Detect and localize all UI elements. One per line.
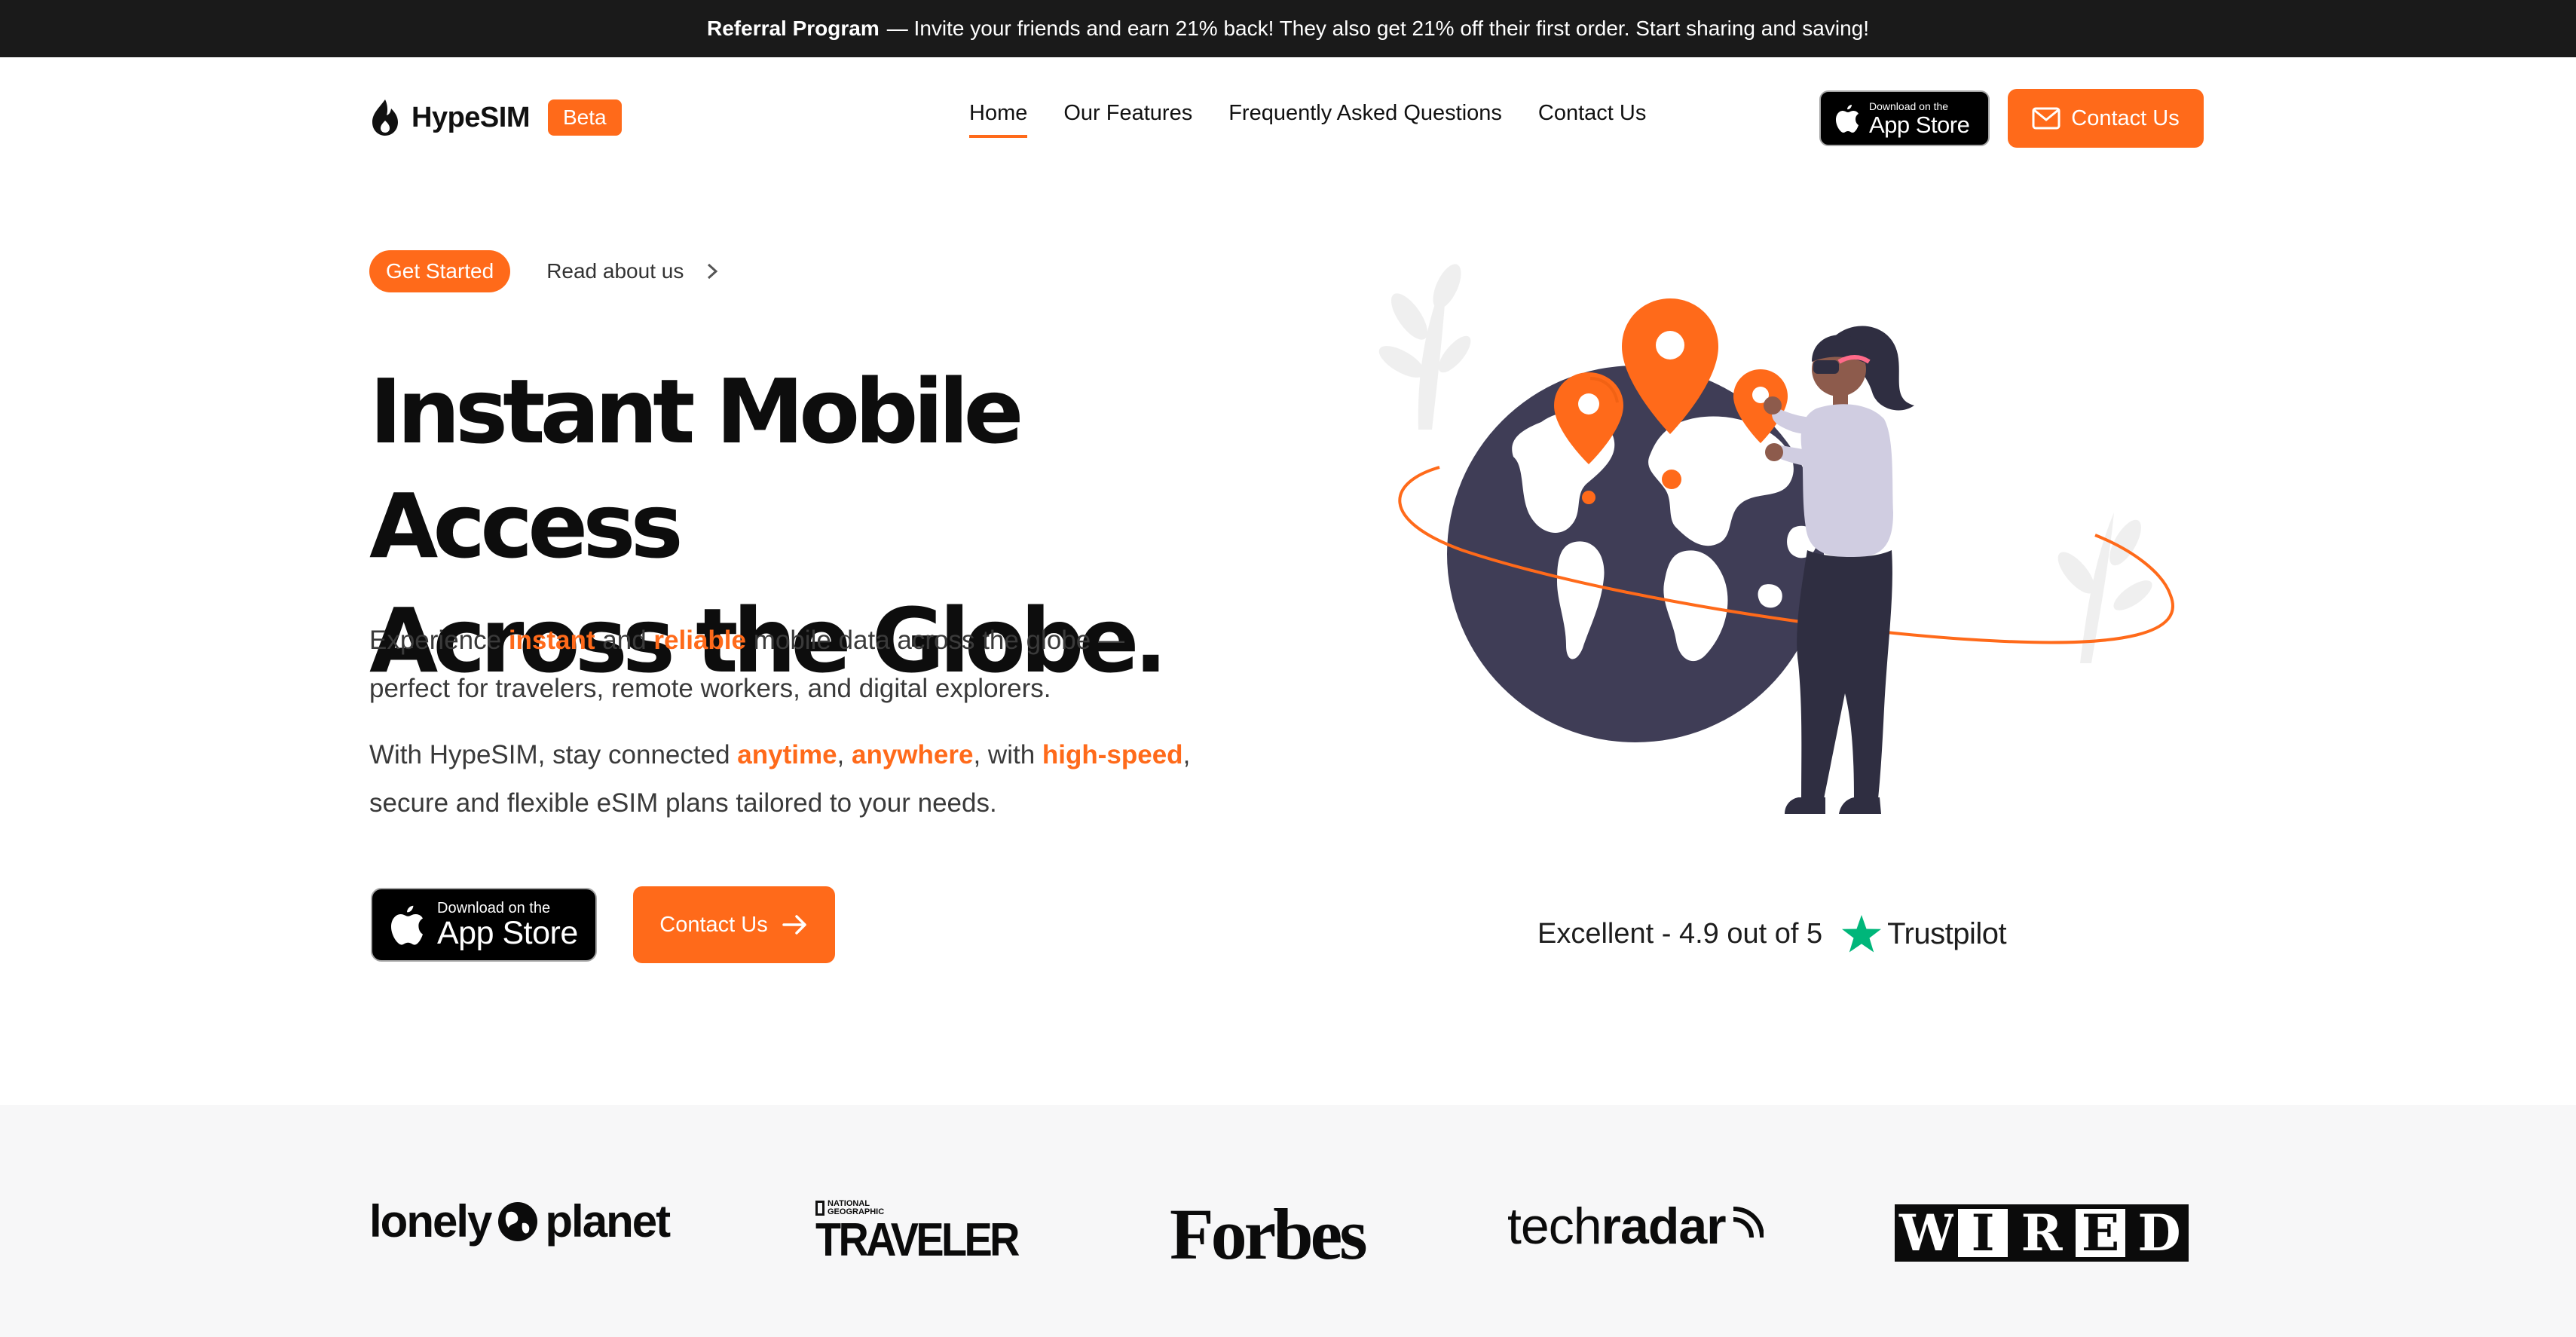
- signal-waves-icon: [1733, 1207, 1764, 1238]
- press-logos: lonely planet NATIONAL GEOGRAPHIC TRAVEL…: [0, 1105, 2576, 1337]
- header-contact-label: Contact Us: [2071, 106, 2180, 130]
- traveler-text: TRAVELER: [815, 1214, 1020, 1266]
- logo-text: HypeSIM: [411, 101, 530, 133]
- text-segment: With HypeSIM, stay connected: [369, 740, 738, 769]
- highlight-anytime: anytime: [737, 740, 837, 769]
- techradar-tech: tech: [1507, 1198, 1602, 1255]
- app-store-big-text: App Store: [437, 914, 578, 951]
- main-nav: Home Our Features Frequently Asked Quest…: [969, 101, 1646, 138]
- hero-links: Get Started Read about us: [369, 250, 720, 292]
- flame-icon: [372, 99, 398, 136]
- trustpilot-wordmark: Trustpilot: [1887, 916, 2007, 950]
- text-segment: , with: [973, 740, 1042, 769]
- hero-contact-label: Contact Us: [659, 912, 768, 937]
- text-segment: ,: [837, 740, 852, 769]
- lonely-planet-logo: lonely planet: [369, 1195, 671, 1247]
- nav-contact-us[interactable]: Contact Us: [1538, 101, 1646, 138]
- highlight-anywhere: anywhere: [852, 740, 974, 769]
- text-segment: Experience: [369, 626, 509, 655]
- header-contact-button[interactable]: Contact Us: [2008, 89, 2204, 148]
- wired-logo: W I R E D: [1895, 1204, 2189, 1262]
- nav-our-features[interactable]: Our Features: [1063, 101, 1192, 138]
- announcement-label: Referral Program: [707, 17, 880, 40]
- app-store-small-text: Download on the: [1869, 99, 1949, 112]
- header-app-store-button[interactable]: Download on the App Store: [1819, 90, 1990, 146]
- headline-line-1: Instant Mobile Access: [369, 359, 1024, 578]
- nav-home[interactable]: Home: [969, 101, 1028, 138]
- text-segment: perfect for travelers, remote workers, a…: [369, 674, 1051, 703]
- lonely-planet-word-2: planet: [545, 1196, 671, 1247]
- announcement-text: — Invite your friends and earn 21% back!…: [886, 17, 1869, 40]
- text-segment: secure and flexible eSIM plans tailored …: [369, 788, 997, 818]
- star-icon: [1842, 915, 1882, 953]
- highlight-reliable: reliable: [653, 626, 746, 655]
- hero-paragraph-2: With HypeSIM, stay connected anytime, an…: [369, 731, 1274, 828]
- app-store-big-text: App Store: [1869, 111, 1970, 138]
- apple-icon: [1836, 105, 1859, 133]
- hero-app-store-button[interactable]: Download on the App Store: [371, 888, 597, 962]
- globe-traveler-illustration: [1378, 264, 2174, 814]
- wired-letter: R: [2012, 1204, 2071, 1262]
- read-about-us-link[interactable]: Read about us: [546, 259, 720, 283]
- techradar-radar: radar: [1601, 1198, 1727, 1255]
- national-geographic-traveler-logo: NATIONAL GEOGRAPHIC TRAVELER: [815, 1200, 1040, 1267]
- beta-badge: Beta: [547, 99, 622, 136]
- forbes-logo: Forbes: [1170, 1194, 1368, 1274]
- nav-faq[interactable]: Frequently Asked Questions: [1228, 101, 1502, 138]
- site-header: HypeSIM Beta Home Our Features Frequentl…: [0, 57, 2576, 178]
- highlight-instant: instant: [508, 626, 595, 655]
- text-segment: mobile data across the globe —: [746, 626, 1124, 655]
- text-segment: ,: [1182, 740, 1191, 769]
- announcement-bar: Referral Program — Invite your friends a…: [0, 0, 2576, 57]
- arrow-right-icon: [782, 915, 806, 935]
- hero-paragraph-1: Experience instant and reliable mobile d…: [369, 616, 1274, 713]
- techradar-logo: tech radar: [1507, 1197, 1764, 1256]
- wired-letter: E: [2071, 1204, 2130, 1262]
- app-store-small-text: Download on the: [437, 899, 551, 916]
- highlight-high-speed: high-speed: [1042, 740, 1183, 769]
- wired-letter: I: [1953, 1204, 2012, 1262]
- get-started-pill[interactable]: Get Started: [369, 250, 511, 292]
- logo[interactable]: HypeSIM Beta: [369, 98, 622, 137]
- wired-letter: D: [2130, 1204, 2189, 1262]
- rating-text: Excellent - 4.9 out of 5: [1537, 917, 1823, 950]
- wired-letter: W: [1895, 1204, 1955, 1262]
- globe-icon: [498, 1201, 538, 1241]
- apple-icon: [391, 905, 423, 945]
- read-about-label: Read about us: [546, 259, 684, 283]
- lonely-planet-word-1: lonely: [369, 1196, 492, 1247]
- mail-icon: [2032, 107, 2060, 130]
- text-segment: and: [595, 626, 654, 655]
- chevron-right-icon: [708, 263, 718, 280]
- hero-contact-button[interactable]: Contact Us: [633, 886, 835, 963]
- trustpilot-rating[interactable]: Excellent - 4.9 out of 5 Trustpilot: [1537, 913, 2007, 954]
